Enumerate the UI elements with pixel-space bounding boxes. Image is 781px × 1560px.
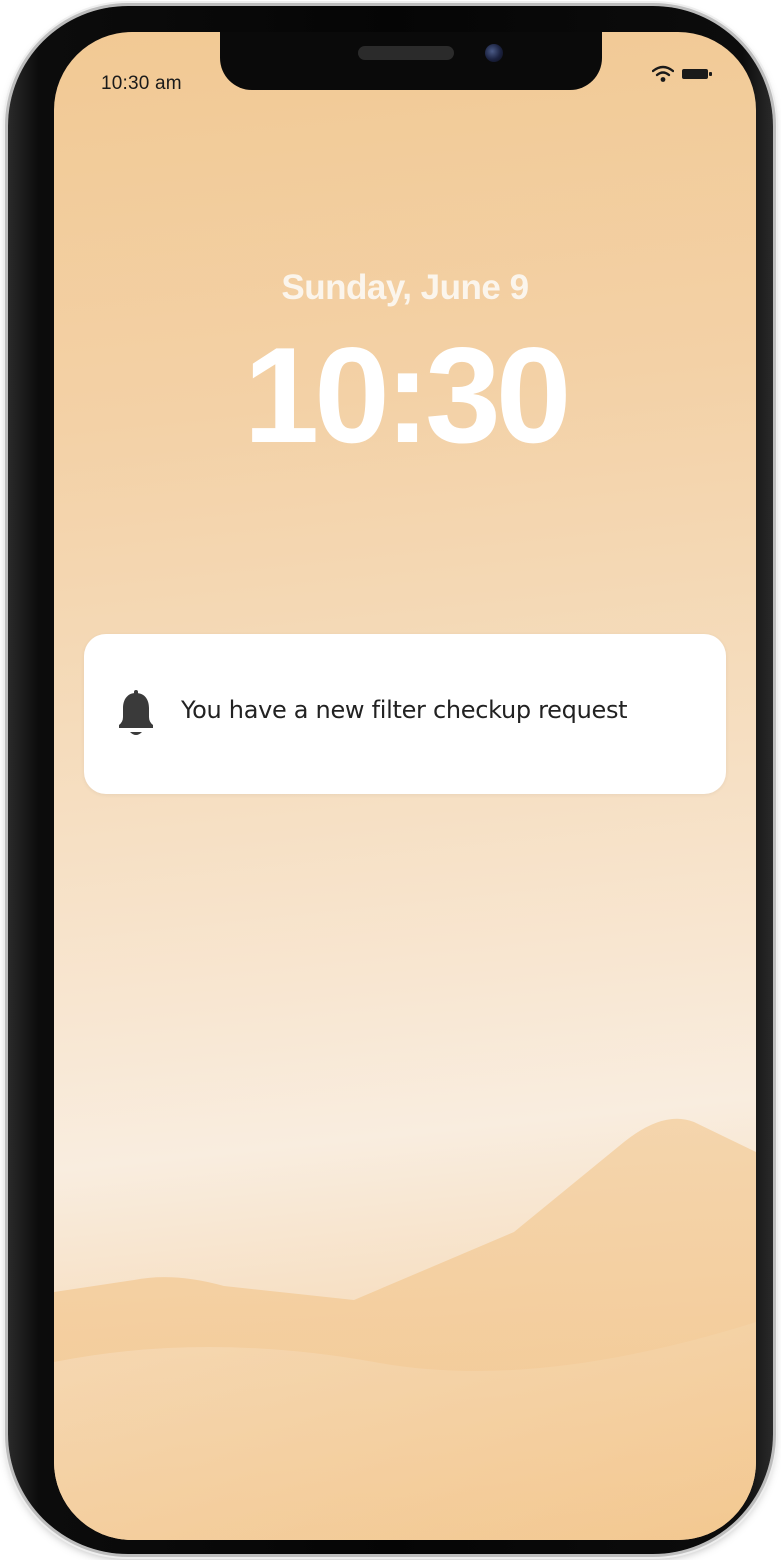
- notification-card[interactable]: You have a new filter checkup request: [84, 634, 726, 794]
- notification-message: You have a new filter checkup request: [181, 696, 628, 724]
- phone-notch: [220, 32, 602, 90]
- battery-icon: [682, 69, 712, 79]
- status-bar-time: 10:30 am: [101, 73, 182, 94]
- lock-screen-date: Sunday, June 9: [281, 268, 529, 307]
- lock-screen: 10:30 am Sunday, June 9 10:30 You have a…: [54, 32, 756, 1540]
- speaker-grille: [358, 46, 454, 60]
- lock-screen-clock: 10:30: [243, 319, 572, 471]
- bell-icon: [119, 690, 153, 735]
- front-camera: [485, 44, 503, 62]
- wifi-icon: [652, 65, 674, 82]
- phone-frame: 10:30 am Sunday, June 9 10:30 You have a…: [8, 6, 773, 1554]
- status-bar-icons: [652, 65, 712, 83]
